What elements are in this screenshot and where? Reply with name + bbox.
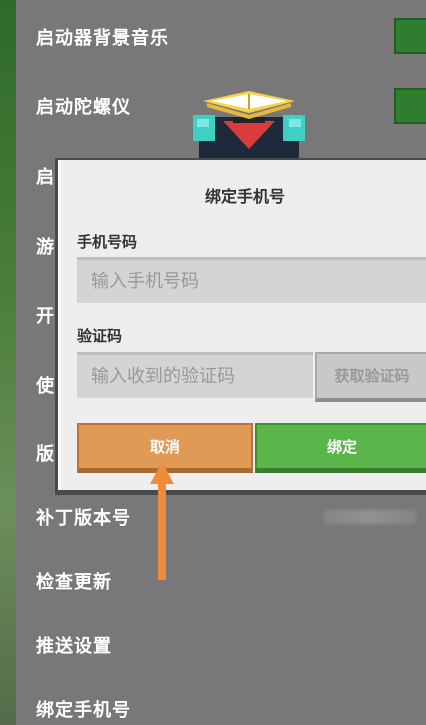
code-label: 验证码 [77,327,123,345]
patch-version-value [324,510,416,524]
setting-row-3[interactable]: 启 [36,163,55,189]
toggle-gyroscope[interactable] [394,88,426,124]
mascot-icon [193,91,305,159]
setting-row-4[interactable]: 游 [36,233,55,259]
setting-row-7[interactable]: 版 [36,440,55,466]
phone-input[interactable]: 输入手机号码 [77,257,426,303]
setting-row-5[interactable]: 开 [36,302,55,328]
get-code-button[interactable]: 获取验证码 [315,352,426,402]
setting-launcher-music[interactable]: 启动器背景音乐 [36,24,169,50]
toggle-launcher-music[interactable] [394,18,426,54]
setting-gyroscope[interactable]: 启动陀螺仪 [36,93,131,119]
setting-row-6[interactable]: 使 [36,372,55,398]
arrow-icon [150,462,174,580]
code-input[interactable]: 输入收到的验证码 [77,352,313,398]
setting-check-update[interactable]: 检查更新 [36,568,112,594]
setting-bind-phone[interactable]: 绑定手机号 [36,696,131,722]
phone-label: 手机号码 [77,233,138,251]
dialog-title: 绑定手机号 [204,187,285,206]
bind-button[interactable]: 绑定 [255,423,426,473]
bind-phone-dialog: 绑定手机号 手机号码 输入手机号码 验证码 输入收到的验证码 获取验证码 取消 … [58,160,426,490]
setting-patch-version: 补丁版本号 [36,508,131,529]
background-left-strip [0,0,16,725]
setting-push[interactable]: 推送设置 [36,632,112,658]
